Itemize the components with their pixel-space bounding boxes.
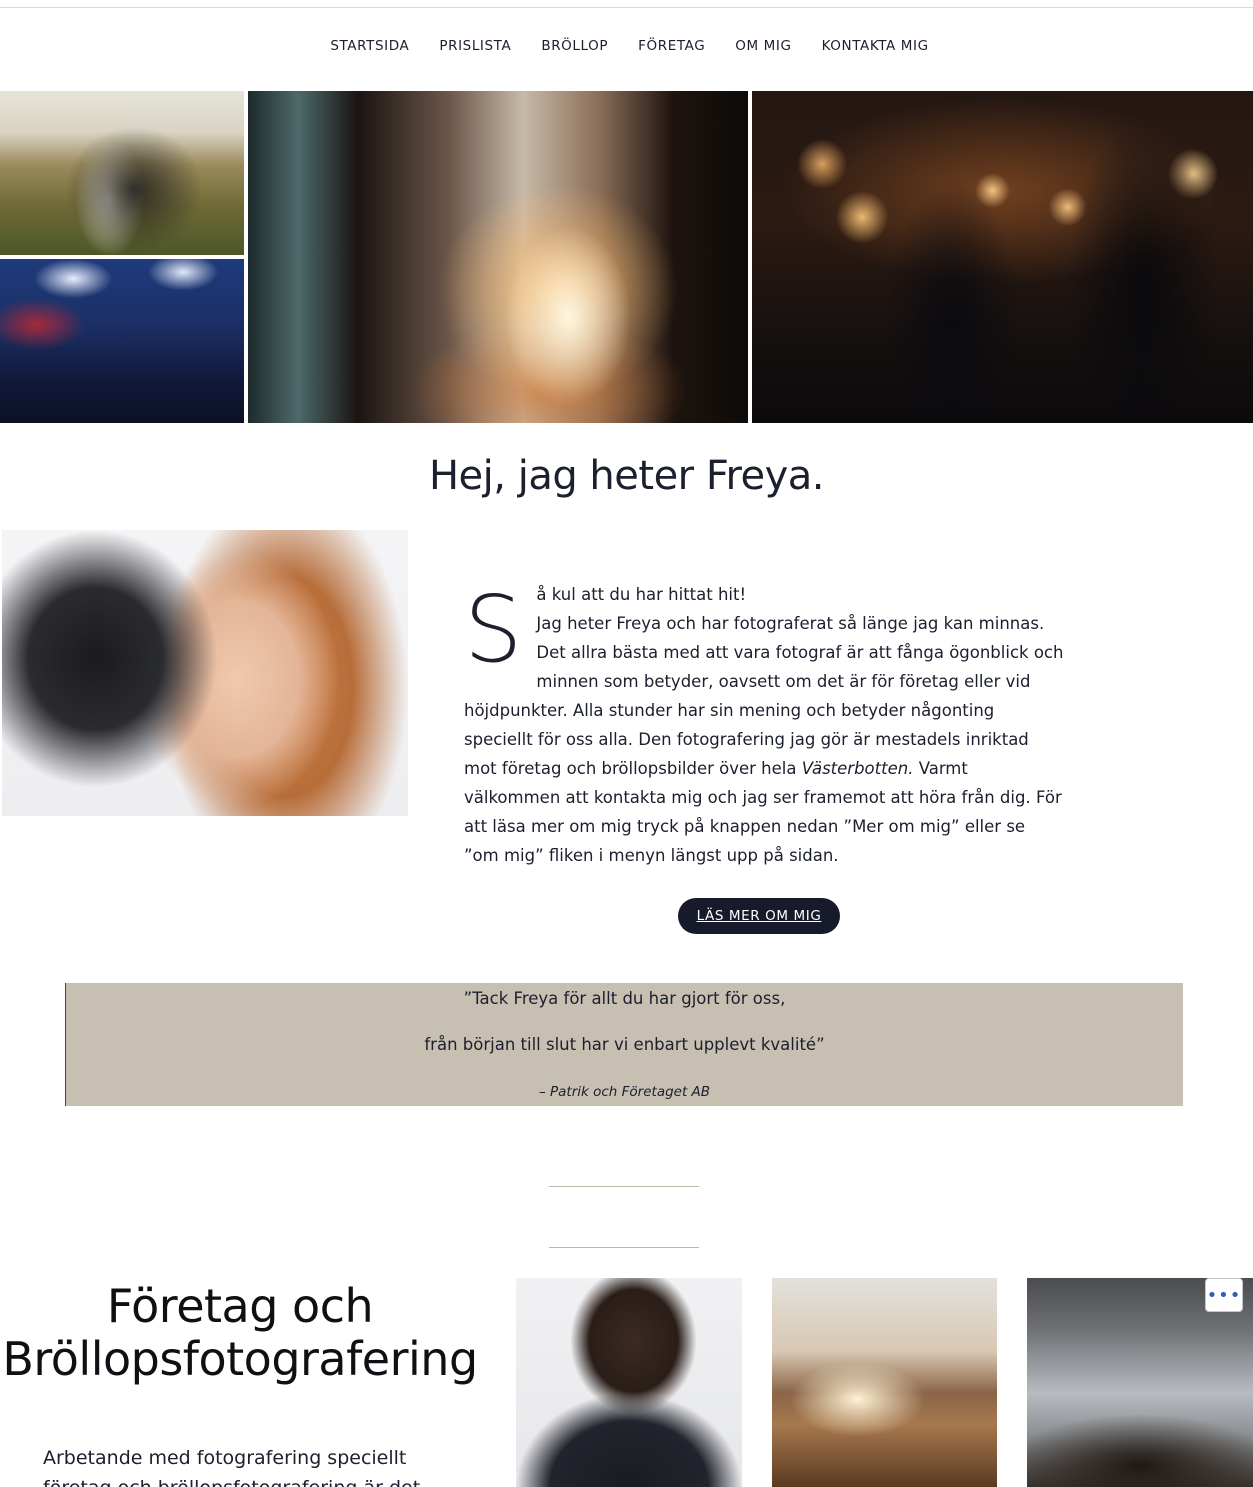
nav-item-foretag[interactable]: FÖRETAG: [638, 38, 705, 54]
wedding-couple-photo: [0, 91, 244, 255]
about-body: Jag heter Freya och har fotograferat så …: [464, 614, 1064, 778]
photographer-portrait: [2, 530, 408, 816]
services-title: Företag och Bröllopsfotografering: [0, 1280, 480, 1386]
nav-item-startsida[interactable]: STARTSIDA: [330, 38, 409, 54]
top-divider: [0, 7, 1253, 8]
separator: [549, 1247, 699, 1248]
quote-line-2: från början till slut har vi enbart uppl…: [424, 1035, 825, 1054]
nav-item-om-mig[interactable]: OM MIG: [735, 38, 791, 54]
nav-item-kontakta-mig[interactable]: KONTAKTA MIG: [822, 38, 929, 54]
testimonial-quote: ”Tack Freya för allt du har gjort för os…: [65, 983, 1183, 1106]
dropcap: S: [464, 576, 523, 683]
services-title-line-1: Företag och: [106, 1279, 374, 1333]
services-title-line-2: Bröllopsfotografering: [2, 1332, 478, 1386]
more-options-button[interactable]: •••: [1205, 1278, 1243, 1312]
about-text: S å kul att du har hittat hit! Jag heter…: [464, 580, 1064, 870]
about-heading: Hej, jag heter Freya.: [428, 453, 825, 499]
wedding-sunset-photo: [772, 1278, 997, 1487]
quote-line-1: ”Tack Freya för allt du har gjort för os…: [463, 989, 786, 1008]
venue-silhouettes-photo: [248, 91, 748, 423]
sparkler-send-off-photo: [752, 91, 1253, 423]
conference-audience-photo: [0, 259, 244, 423]
about-body-region: Västerbotten.: [801, 759, 914, 778]
main-navigation: STARTSIDA PRISLISTA BRÖLLOP FÖRETAG OM M…: [0, 38, 1253, 54]
separator: [549, 1186, 699, 1187]
business-portrait-photo: [516, 1278, 742, 1487]
nav-item-prislista[interactable]: PRISLISTA: [439, 38, 511, 54]
services-text: Arbetande med fotografering speciellt fö…: [43, 1447, 420, 1487]
about-first-line: å kul att du har hittat hit!: [536, 585, 747, 604]
quote-citation: – Patrik och Företaget AB: [538, 1084, 711, 1100]
read-more-button[interactable]: LÄS MER OM MIG: [678, 898, 840, 934]
nav-item-brollop[interactable]: BRÖLLOP: [541, 38, 608, 54]
